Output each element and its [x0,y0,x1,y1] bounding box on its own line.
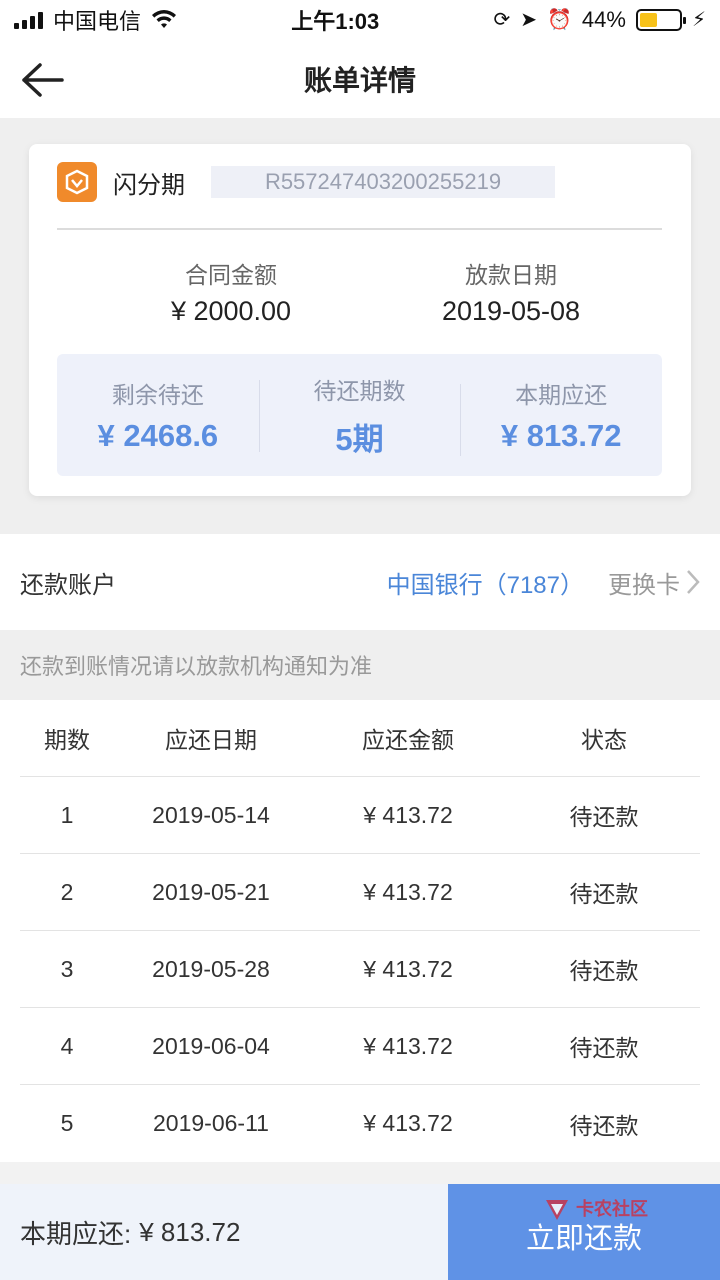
repayment-summary: 剩余待还 ¥ 2468.6 待还期数 5期 本期应还 ¥ 813.72 [57,354,662,476]
loan-card: 闪分期 R557247403200255219 合同金额 ¥ 2000.00 放… [29,144,691,496]
pay-now-button[interactable]: 卡农社区 立即还款 [448,1184,720,1280]
cell-period: 4 [60,1032,74,1059]
contract-amount-block: 合同金额 ¥ 2000.00 [101,256,361,327]
product-name: 闪分期 [113,171,185,199]
repay-account-label: 还款账户 [20,571,116,599]
cell-amount: ¥ 413.72 [363,1110,453,1136]
pay-now-label: 立即还款 [525,1223,642,1255]
carrier-label: 中国电信 [53,9,142,34]
bottom-bar: 本期应还: ¥ 813.72 卡农社区 立即还款 [0,1184,720,1280]
due-label: 本期应还: [20,1218,132,1249]
order-number: R557247403200255219 [211,166,555,198]
header-due-date: 应还日期 [165,727,257,753]
cell-status: 待还款 [569,804,639,830]
nav-bar: 账单详情 [0,40,720,118]
repay-account-row[interactable]: 还款账户 中国银行（7187） 更换卡 [0,534,720,630]
loan-card-area: 闪分期 R557247403200255219 合同金额 ¥ 2000.00 放… [0,118,720,534]
loan-date-value: 2019-05-08 [441,296,581,326]
chevron-right-icon [687,570,700,594]
current-due-summary: 本期应还: ¥ 813.72 [0,1184,448,1280]
loan-date-block: 放款日期 2019-05-08 [381,256,641,327]
repayment-notice: 还款到账情况请以放款机构通知为准 [0,630,720,700]
contract-amount-value: ¥ 2000.00 [170,296,292,326]
battery-level [639,13,657,27]
table-header: 期数 应还日期 应还金额 状态 [20,700,700,777]
cell-amount: ¥ 413.72 [363,801,453,828]
remaining-periods-label: 待还期数 [313,377,406,404]
cell-period: 3 [60,955,74,982]
cell-status: 待还款 [569,958,639,984]
table-row: 1 2019-05-14 ¥ 413.72 待还款 [20,777,700,854]
cell-due-date: 2019-05-14 [152,801,270,828]
loan-date-label: 放款日期 [465,262,557,288]
cell-period: 2 [60,878,74,905]
rotation-lock-icon: ⟳ [493,9,511,31]
cell-period: 1 [60,801,74,828]
cell-amount: ¥ 413.72 [363,1032,453,1059]
cell-amount: ¥ 413.72 [363,955,453,982]
table-row: 3 2019-05-28 ¥ 413.72 待还款 [20,931,700,1008]
repayment-schedule-table: 期数 应还日期 应还金额 状态 1 2019-05-14 ¥ 413.72 待还… [0,700,720,1162]
back-arrow-icon[interactable] [20,62,64,98]
current-due-block: 本期应还 ¥ 813.72 [460,376,662,456]
bill-detail-page: 中国电信 上午1:03 ⟳ ➤ ⏰ 44% ⚡ 账单详情 闪分期 R557247… [0,0,720,1280]
cell-due-date: 2019-05-28 [152,955,270,982]
header-status: 状态 [581,727,627,753]
current-due-value: ¥ 813.72 [500,418,622,453]
contract-amount-label: 合同金额 [185,262,277,288]
product-logo-icon [57,162,97,202]
due-amount: ¥ 813.72 [139,1216,241,1247]
remaining-due-block: 剩余待还 ¥ 2468.6 [57,376,259,454]
divider [57,228,662,230]
cell-status: 待还款 [569,881,639,907]
battery-icon [635,9,686,31]
remaining-due-value: ¥ 2468.6 [97,418,219,453]
cell-status: 待还款 [569,1035,639,1061]
wifi-icon [152,10,177,28]
clock: 上午1:03 [291,9,380,34]
status-bar: 中国电信 上午1:03 ⟳ ➤ ⏰ 44% ⚡ [0,0,720,40]
cell-due-date: 2019-05-21 [152,878,270,905]
table-row: 4 2019-06-04 ¥ 413.72 待还款 [20,1008,700,1085]
cell-due-date: 2019-06-04 [152,1032,270,1059]
cell-due-date: 2019-06-11 [153,1110,269,1136]
signal-icon [14,11,43,29]
cell-period: 5 [60,1110,74,1136]
table-row: 5 2019-06-11 ¥ 413.72 待还款 [20,1085,700,1162]
header-amount: 应还金额 [362,727,454,753]
current-due-label: 本期应还 [515,382,608,408]
change-card-label: 更换卡 [608,571,680,599]
battery-percent: 44% [581,7,626,32]
remaining-due-label: 剩余待还 [111,382,204,408]
page-title: 账单详情 [303,65,416,96]
charging-icon: ⚡ [691,9,706,31]
change-card-button[interactable]: 更换卡 [608,565,700,600]
table-row: 2 2019-05-21 ¥ 413.72 待还款 [20,854,700,931]
header-period: 期数 [44,727,90,753]
remaining-periods-block: 待还期数 5期 [258,372,461,459]
cell-status: 待还款 [569,1112,639,1139]
alarm-icon: ⏰ [547,9,572,31]
bank-card: 中国银行（7187） [386,571,584,599]
location-icon: ➤ [520,9,537,31]
remaining-periods-value: 5期 [335,421,384,457]
cell-amount: ¥ 413.72 [363,878,453,905]
